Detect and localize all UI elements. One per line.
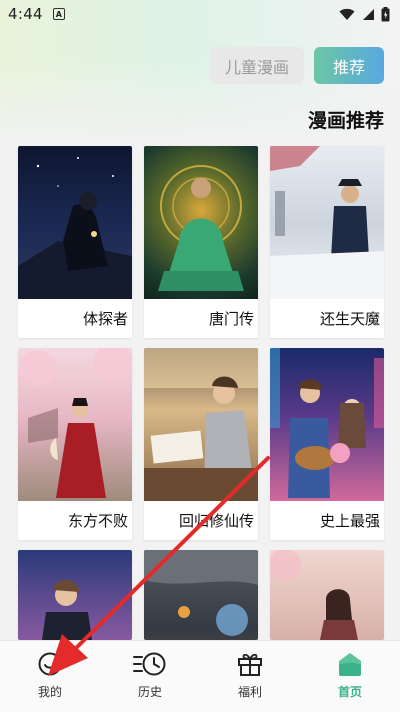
comic-title: 唐门传	[208, 310, 254, 328]
comic-card[interactable]: 还生天魔	[270, 146, 384, 338]
comic-cover	[18, 146, 132, 299]
tab-welfare[interactable]: 福利	[210, 651, 290, 700]
comic-title: 体探者	[82, 310, 128, 328]
notification-icon: A	[52, 8, 65, 20]
tab-home[interactable]: 首页	[310, 651, 390, 700]
comic-cover	[144, 550, 258, 640]
comic-title: 东方不败	[67, 512, 128, 530]
battery-icon	[381, 6, 390, 21]
comic-cover	[270, 550, 384, 640]
recommend-button[interactable]: 推荐	[314, 47, 384, 84]
comic-card[interactable]: 唐门传	[144, 146, 258, 338]
tab-label: 福利	[237, 685, 262, 699]
comic-cover	[144, 348, 258, 501]
tab-label: 首页	[337, 685, 362, 699]
history-clock-icon	[133, 652, 166, 676]
comic-cover	[18, 550, 132, 640]
tab-label: 我的	[37, 685, 62, 699]
home-icon	[339, 653, 361, 676]
tab-label: 历史	[137, 685, 162, 699]
section-title: 漫画推荐	[307, 110, 384, 132]
comic-card[interactable]: 回归修仙传	[144, 348, 258, 540]
bottom-tab-bar: 我的 历史 福利 首页	[0, 640, 400, 712]
comic-card[interactable]: 史上最强	[270, 348, 384, 540]
comic-grid: 体探者 唐门传 还生天魔 东方不败 回归修仙传 史上最强	[18, 146, 384, 640]
children-comics-button[interactable]: 儿童漫画	[210, 47, 304, 84]
comic-card[interactable]	[270, 550, 384, 640]
comic-cover	[270, 146, 384, 299]
comic-title: 还生天魔	[319, 310, 380, 328]
comic-cover	[18, 348, 132, 501]
comic-title: 史上最强	[319, 512, 380, 530]
status-time: 4:44	[8, 5, 43, 23]
signal-icon	[363, 8, 374, 20]
comic-cover	[270, 348, 384, 501]
tab-mine[interactable]: 我的	[10, 651, 90, 700]
comic-title: 回归修仙传	[178, 512, 254, 530]
tab-history[interactable]: 历史	[110, 651, 190, 700]
comic-card[interactable]: 东方不败	[18, 348, 132, 540]
comic-card[interactable]	[144, 550, 258, 640]
status-indicators	[339, 6, 390, 22]
wifi-icon	[339, 8, 355, 20]
status-bar: 4:44 A	[0, 0, 400, 28]
comic-cover	[144, 146, 258, 299]
comic-card[interactable]: 体探者	[18, 146, 132, 338]
smile-icon	[38, 652, 62, 676]
gift-icon	[238, 653, 262, 676]
comic-card[interactable]	[18, 550, 132, 640]
